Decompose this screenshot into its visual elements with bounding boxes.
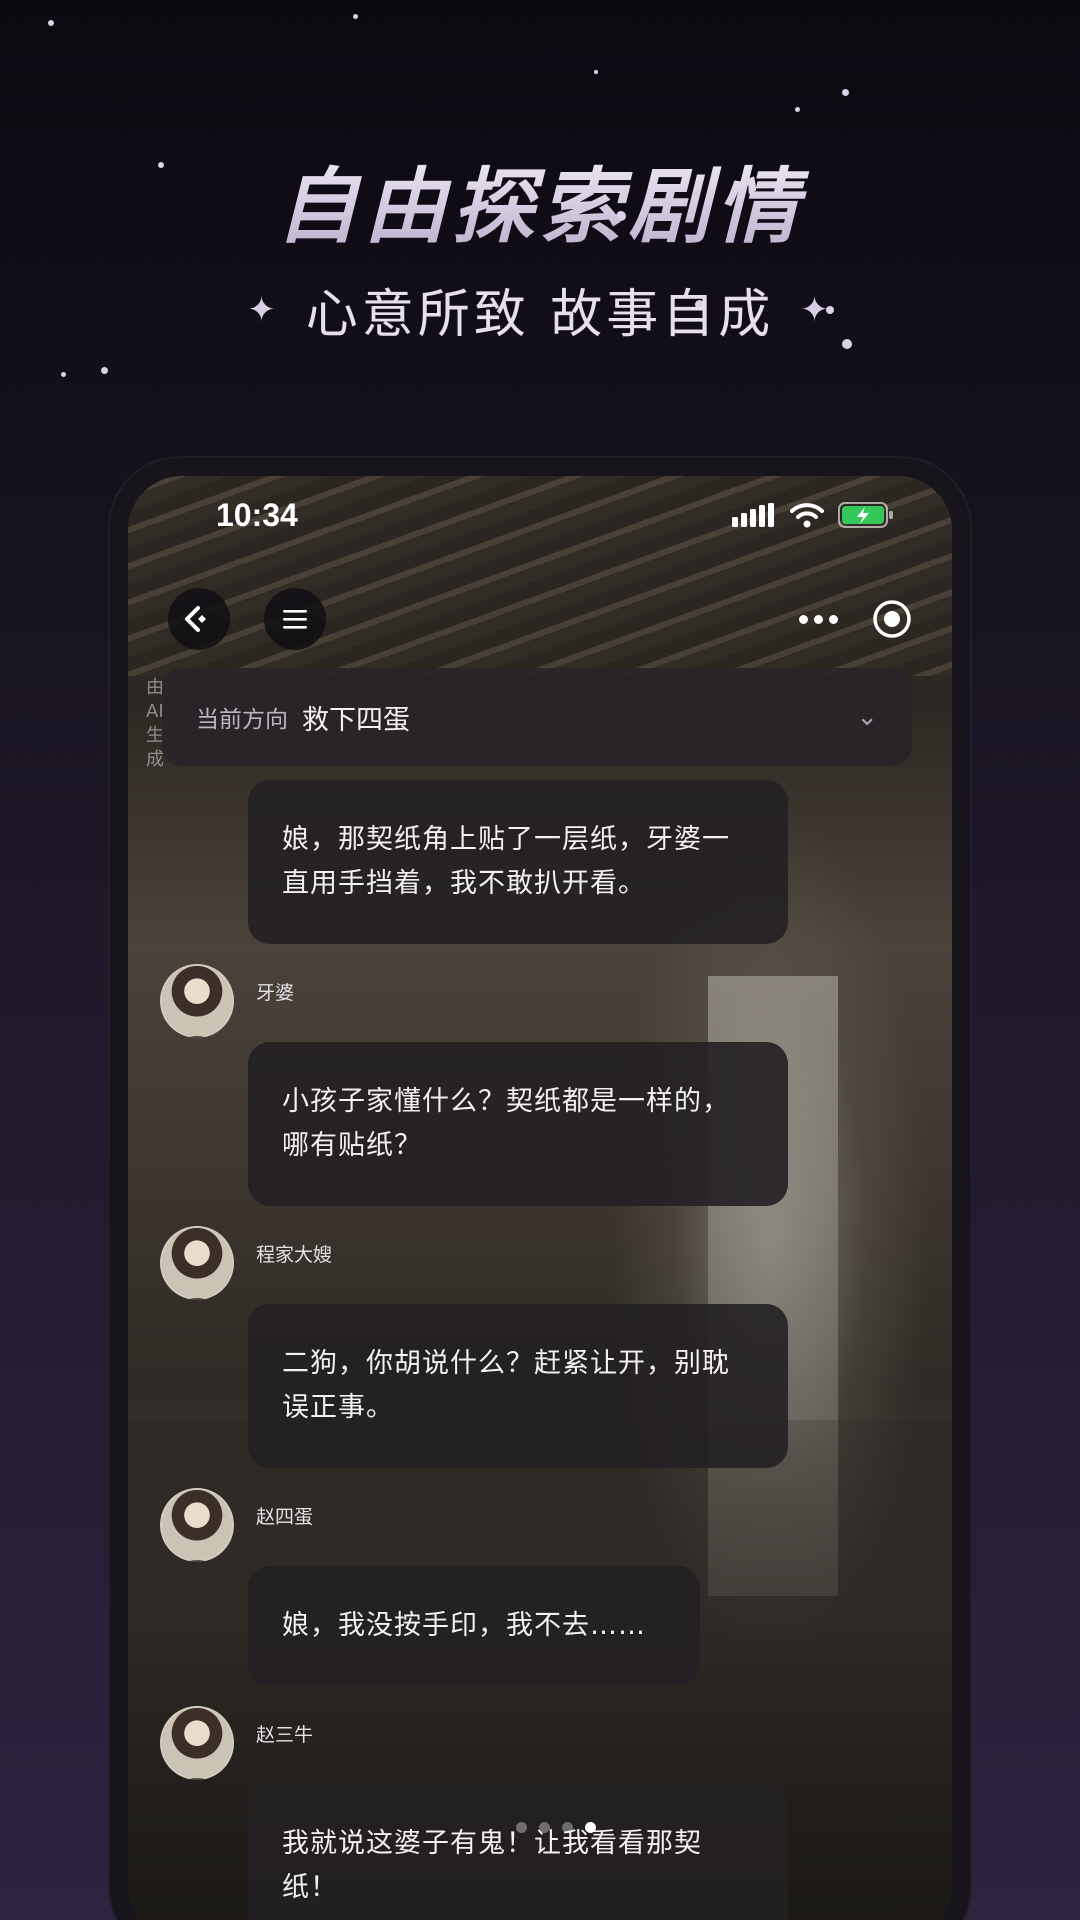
speaker-row: 赵四蛋 bbox=[160, 1488, 700, 1562]
phone-frame: 10:34 由AI生成 当前方向 救下四蛋 ⌄ 娘，那契纸角上贴了一层纸，牙婆一… bbox=[110, 458, 970, 1920]
app-screen: 10:34 由AI生成 当前方向 救下四蛋 ⌄ 娘，那契纸角上贴了一层纸，牙婆一… bbox=[128, 476, 952, 1920]
star-decoration bbox=[48, 20, 54, 26]
wifi-icon bbox=[790, 503, 824, 528]
page-dot[interactable] bbox=[562, 1822, 573, 1833]
message-bubble[interactable]: 娘，我没按手印，我不去…… bbox=[248, 1566, 700, 1686]
back-arrow-icon bbox=[185, 606, 206, 632]
chat-message: 程家大嫂 二狗，你胡说什么？赶紧让开，别耽误正事。 bbox=[160, 1226, 788, 1468]
more-dots-icon bbox=[829, 614, 838, 624]
avatar[interactable] bbox=[160, 964, 234, 1038]
chat-message: 娘，那契纸角上贴了一层纸，牙婆一直用手挡着，我不敢扒开看。 bbox=[160, 776, 788, 944]
avatar[interactable] bbox=[160, 1706, 234, 1780]
star-decoration bbox=[795, 107, 800, 112]
back-button[interactable] bbox=[168, 588, 230, 650]
promo-subline: 心意所致 故事自成 bbox=[305, 285, 775, 345]
message-bubble[interactable]: 二狗，你胡说什么？赶紧让开，别耽误正事。 bbox=[248, 1304, 788, 1468]
page-dot-active[interactable] bbox=[585, 1822, 596, 1833]
page-indicator bbox=[516, 1822, 596, 1833]
direction-label: 当前方向 bbox=[196, 707, 288, 733]
chat-message: 牙婆 小孩子家懂什么？契纸都是一样的，哪有贴纸？ bbox=[160, 964, 788, 1206]
nav-left bbox=[168, 588, 326, 650]
chat-message: 赵三牛 我就说这婆子有鬼！让我看看那契纸！ bbox=[160, 1706, 788, 1920]
message-bubble[interactable]: 我就说这婆子有鬼！让我看看那契纸！ bbox=[248, 1784, 788, 1920]
chevron-down-icon[interactable]: ⌄ bbox=[856, 702, 878, 732]
more-options-button[interactable] bbox=[799, 614, 838, 624]
star-decoration bbox=[61, 372, 66, 377]
nav-right bbox=[799, 599, 912, 639]
direction-selector[interactable]: 当前方向 救下四蛋 ⌄ bbox=[162, 668, 912, 766]
sparkle-icon: ✦ bbox=[247, 289, 280, 330]
nav-bar bbox=[168, 586, 912, 652]
status-bar: 10:34 bbox=[128, 476, 952, 554]
speaker-name: 赵三牛 bbox=[256, 1723, 314, 1746]
message-bubble[interactable]: 娘，那契纸角上贴了一层纸，牙婆一直用手挡着，我不敢扒开看。 bbox=[248, 780, 788, 944]
speaker-name: 程家大嫂 bbox=[256, 1243, 333, 1266]
status-icons bbox=[732, 501, 894, 529]
record-icon[interactable] bbox=[872, 599, 912, 639]
message-bubble[interactable]: 小孩子家懂什么？契纸都是一样的，哪有贴纸？ bbox=[248, 1042, 788, 1206]
speaker-row: 程家大嫂 bbox=[160, 1226, 788, 1300]
page-dot[interactable] bbox=[539, 1822, 550, 1833]
avatar[interactable] bbox=[160, 1488, 234, 1562]
avatar[interactable] bbox=[160, 1226, 234, 1300]
speaker-row: 赵三牛 bbox=[160, 1706, 788, 1780]
speaker-row: 牙婆 bbox=[160, 964, 788, 1038]
promo-subline-row: ✦ 心意所致 故事自成 ✦ bbox=[0, 272, 1080, 347]
speaker-name: 牙婆 bbox=[256, 981, 295, 1004]
status-time: 10:34 bbox=[216, 496, 298, 533]
star-decoration bbox=[101, 367, 108, 374]
chat-message: 赵四蛋 娘，我没按手印，我不去…… bbox=[160, 1488, 700, 1686]
page-dot[interactable] bbox=[516, 1822, 527, 1833]
direction-value: 救下四蛋 bbox=[302, 704, 410, 736]
promo-headline: 自由探索剧情 bbox=[0, 140, 1080, 259]
sparkle-icon: ✦ bbox=[800, 289, 833, 330]
battery-charging-icon bbox=[838, 502, 893, 528]
star-decoration bbox=[842, 89, 849, 96]
star-decoration bbox=[594, 70, 598, 74]
menu-icon bbox=[283, 610, 307, 629]
menu-button[interactable] bbox=[264, 588, 326, 650]
more-dots-icon bbox=[799, 614, 808, 624]
signal-icon bbox=[732, 503, 774, 527]
more-dots-icon bbox=[814, 614, 823, 624]
star-decoration bbox=[353, 14, 358, 19]
speaker-name: 赵四蛋 bbox=[256, 1505, 314, 1528]
